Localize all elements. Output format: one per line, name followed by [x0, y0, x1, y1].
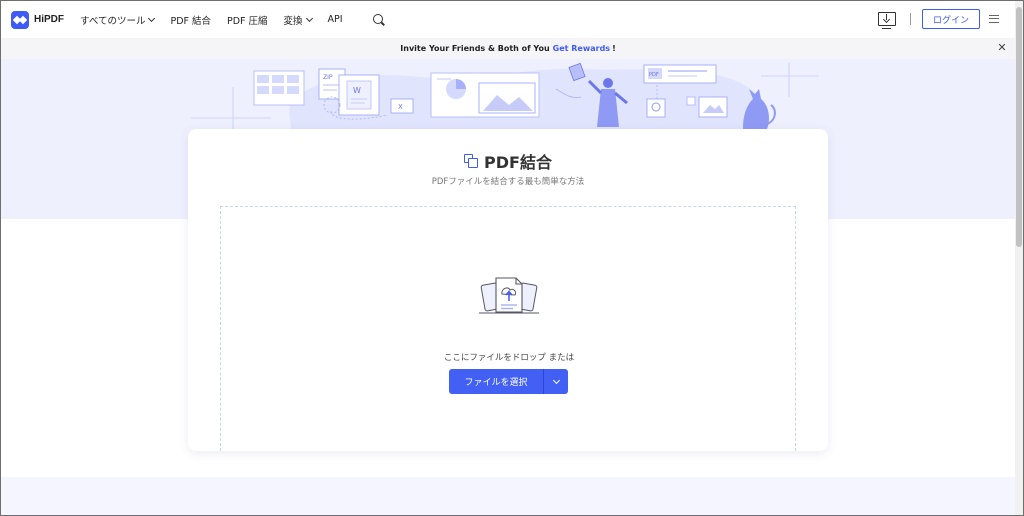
chevron-down-icon — [552, 376, 560, 384]
word-document-icon: W — [338, 74, 380, 116]
monitor-stand — [881, 27, 891, 29]
invite-text: Invite Your Friends & Both of You — [400, 44, 550, 53]
login-button[interactable]: ログイン — [921, 9, 980, 29]
page-title: PDF結合 — [484, 153, 552, 172]
svg-text:W: W — [353, 86, 361, 95]
lower-band — [1, 477, 1015, 515]
nav-pdf-compress-label: PDF 圧縮 — [227, 15, 268, 27]
chevron-down-icon — [148, 14, 156, 22]
merge-icon-front — [468, 158, 479, 168]
nav-api-label: API — [327, 14, 343, 25]
upload-files-icon — [479, 277, 539, 314]
lightbulb-icon — [646, 98, 666, 118]
grid-panel-icon — [253, 70, 305, 106]
close-icon[interactable]: ✕ — [997, 42, 1007, 54]
merge-tool-card: PDF結合 PDFファイルを結合する最も簡単な方法 ここにファイルをドロップ ま… — [188, 129, 828, 451]
choose-file-button[interactable]: ファイルを選択 — [449, 369, 543, 394]
svg-text:X: X — [398, 103, 403, 111]
get-rewards-link[interactable]: Get Rewards — [553, 44, 610, 53]
hamburger-menu-icon[interactable] — [989, 15, 999, 23]
logo-text: HiPDF — [34, 14, 64, 25]
upload-source-dropdown[interactable] — [544, 369, 568, 394]
nav-api[interactable]: API — [328, 14, 343, 25]
search-icon[interactable] — [372, 13, 385, 26]
svg-text:PDF: PDF — [649, 72, 659, 78]
hipdf-logo[interactable]: HiPDF — [11, 10, 64, 29]
chevron-down-icon — [305, 14, 313, 22]
hipdf-logo-icon — [11, 10, 29, 29]
nav-pdf-merge-label: PDF 結合 — [170, 15, 211, 27]
main-nav: すべてのツール PDF 結合 PDF 圧縮 変換 API — [80, 13, 385, 27]
choose-file-button-group: ファイルを選択 — [449, 369, 568, 394]
nav-convert[interactable]: 変換 — [283, 13, 313, 27]
pdf-panel-icon: PDF — [643, 64, 717, 84]
invite-suffix: ! — [612, 44, 616, 53]
page-subtitle: PDFファイルを結合する最も簡単な方法 — [431, 177, 585, 187]
svg-text:ZIP: ZIP — [323, 74, 333, 81]
image-panel-icon — [430, 72, 540, 118]
merge-icon — [464, 154, 479, 168]
page-scrollbar[interactable] — [1015, 1, 1023, 515]
nav-convert-label: 変換 — [283, 15, 303, 27]
excel-file-icon: X — [390, 98, 414, 114]
desktop-download-icon[interactable] — [877, 12, 896, 29]
invite-banner: Invite Your Friends & Both of You Get Re… — [1, 38, 1015, 59]
nav-all-tools-label: すべてのツール — [80, 15, 146, 27]
header-divider — [909, 13, 911, 25]
nav-pdf-merge[interactable]: PDF 結合 — [170, 13, 211, 27]
title-row: PDF結合 — [188, 149, 828, 173]
drop-instruction: ここにファイルをドロップ または — [443, 353, 575, 363]
nav-all-tools[interactable]: すべてのツール — [80, 13, 156, 27]
top-navbar: HiPDF すべてのツール PDF 結合 PDF 圧縮 変換 API ログイン — [1, 1, 1015, 38]
nav-pdf-compress[interactable]: PDF 圧縮 — [227, 13, 268, 27]
scrollbar-thumb[interactable] — [1016, 7, 1022, 247]
header-actions: ログイン — [877, 9, 999, 29]
file-dropzone[interactable]: ここにファイルをドロップ または ファイルを選択 — [220, 206, 796, 451]
